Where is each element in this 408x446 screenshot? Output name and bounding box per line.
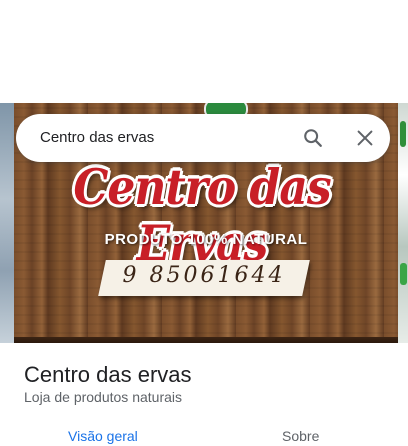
sign-tagline: PRODUTO 100% NATURAL <box>104 231 308 248</box>
search-input[interactable]: Centro das ervas <box>40 129 154 146</box>
place-title: Centro das ervas <box>24 362 192 387</box>
sign-phone: 9 85061644 <box>122 263 286 288</box>
leaf-decoration <box>400 121 406 147</box>
search-bar[interactable]: Centro das ervas <box>16 114 390 162</box>
adjacent-photo-right[interactable] <box>398 103 408 343</box>
search-icon[interactable] <box>302 127 324 149</box>
place-category: Loja de produtos naturais <box>24 389 182 405</box>
close-icon[interactable] <box>354 127 376 149</box>
sign-title: Centro das Ervas <box>73 159 331 273</box>
tab-overview[interactable]: Visão geral <box>68 428 138 444</box>
top-blank-area <box>0 0 408 103</box>
tab-about[interactable]: Sobre <box>282 428 319 444</box>
leaf-decoration <box>400 263 407 285</box>
adjacent-photo-left[interactable] <box>0 103 14 343</box>
